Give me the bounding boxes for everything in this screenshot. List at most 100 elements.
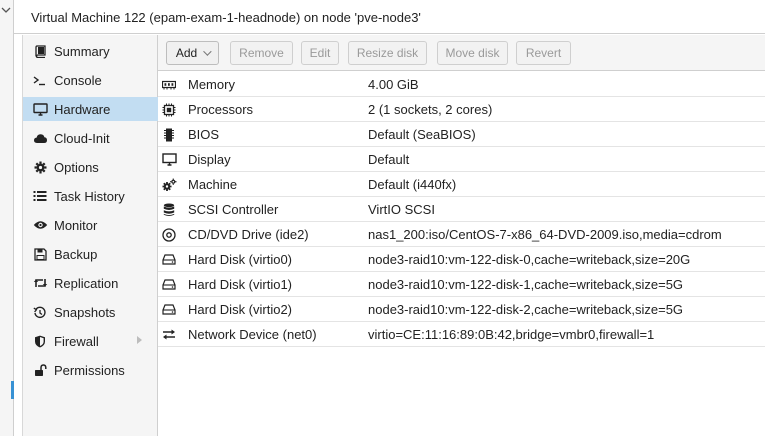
desktop-icon <box>32 101 48 117</box>
revert-button[interactable]: Revert <box>516 41 571 65</box>
hardware-value: Default (SeaBIOS) <box>368 127 476 142</box>
hardware-value: 2 (1 sockets, 2 cores) <box>368 102 493 117</box>
edit-button[interactable]: Edit <box>301 41 339 65</box>
hardware-value: Default (i440fx) <box>368 177 457 192</box>
chevron-down-icon[interactable] <box>1 5 13 19</box>
sidebar-item-task-history[interactable]: Task History <box>23 184 158 208</box>
add-button[interactable]: Add <box>166 41 219 65</box>
hardware-name: Display <box>188 152 231 167</box>
sidebar-item-label: Permissions <box>54 362 125 378</box>
hardware-name: CD/DVD Drive (ide2) <box>188 227 309 242</box>
hardware-value: Default <box>368 152 410 167</box>
vm-sidebar: Summary Console Hardware Cloud-Init Opti… <box>22 35 158 436</box>
hardware-row-network-device[interactable]: Network Device (net0) virtio=CE:11:16:89… <box>158 322 765 347</box>
remove-button[interactable]: Remove <box>230 41 293 65</box>
hardware-row-memory[interactable]: Memory 4.00 GiB <box>158 72 765 97</box>
move-disk-button-label: Move disk <box>445 46 500 60</box>
sidebar-item-label: Console <box>54 72 102 88</box>
memory-icon <box>161 77 177 92</box>
sidebar-item-label: Hardware <box>54 101 111 117</box>
page-title: Virtual Machine 122 (epam-exam-1-headnod… <box>31 10 421 25</box>
book-icon <box>32 43 48 59</box>
unlock-icon <box>32 362 48 378</box>
cloud-icon <box>32 130 48 146</box>
chevron-down-icon <box>203 47 212 56</box>
hardware-value: VirtIO SCSI <box>368 202 435 217</box>
sidebar-item-replication[interactable]: Replication <box>23 271 158 295</box>
hardware-row-processors[interactable]: Processors 2 (1 sockets, 2 cores) <box>158 97 765 122</box>
hardware-row-machine[interactable]: Machine Default (i440fx) <box>158 172 765 197</box>
sidebar-item-options[interactable]: Options <box>23 155 158 179</box>
remove-button-label: Remove <box>239 46 284 60</box>
sidebar-item-hardware[interactable]: Hardware <box>23 97 158 121</box>
add-button-label: Add <box>175 46 198 60</box>
tree-selection-marker <box>11 381 14 399</box>
terminal-icon <box>32 72 48 88</box>
sidebar-item-label: Backup <box>54 246 98 262</box>
expand-arrow-icon[interactable] <box>137 336 142 344</box>
hardware-name: SCSI Controller <box>188 202 279 217</box>
hdd-icon <box>161 302 177 317</box>
hardware-row-hard-disk-virtio0[interactable]: Hard Disk (virtio0) node3-raid10:vm-122-… <box>158 247 765 272</box>
resize-disk-button-label: Resize disk <box>356 46 419 60</box>
gear-icon <box>32 159 48 175</box>
hardware-row-hard-disk-virtio2[interactable]: Hard Disk (virtio2) node3-raid10:vm-122-… <box>158 297 765 322</box>
shield-icon <box>32 333 48 349</box>
sidebar-item-label: Snapshots <box>54 304 116 320</box>
sidebar-item-label: Firewall <box>54 333 99 349</box>
sidebar-item-backup[interactable]: Backup <box>23 242 158 266</box>
hardware-row-cdrom[interactable]: CD/DVD Drive (ide2) nas1_200:iso/CentOS-… <box>158 222 765 247</box>
sidebar-item-label: Options <box>54 159 99 175</box>
floppy-icon <box>32 246 48 262</box>
cogs-icon <box>161 177 177 192</box>
hardware-value: 4.00 GiB <box>368 77 419 92</box>
hardware-name: Hard Disk (virtio0) <box>188 252 293 267</box>
database-icon <box>161 202 177 217</box>
sidebar-item-monitor[interactable]: Monitor <box>23 213 158 237</box>
cdrom-icon <box>161 227 177 242</box>
revert-button-label: Revert <box>525 46 562 60</box>
hardware-row-display[interactable]: Display Default <box>158 147 765 172</box>
hardware-value: node3-raid10:vm-122-disk-2,cache=writeba… <box>368 302 684 317</box>
hardware-row-bios[interactable]: BIOS Default (SeaBIOS) <box>158 122 765 147</box>
hardware-name: Hard Disk (virtio2) <box>188 302 293 317</box>
hardware-row-scsi-controller[interactable]: SCSI Controller VirtIO SCSI <box>158 197 765 222</box>
resize-disk-button[interactable]: Resize disk <box>348 41 427 65</box>
eye-icon <box>32 217 48 233</box>
hardware-grid: Memory 4.00 GiB Processors 2 (1 sockets,… <box>158 72 765 436</box>
sidebar-item-cloud-init[interactable]: Cloud-Init <box>23 126 158 150</box>
panel-header: Virtual Machine 122 (epam-exam-1-headnod… <box>14 0 765 34</box>
retweet-icon <box>32 275 48 291</box>
hardware-name: Hard Disk (virtio1) <box>188 277 293 292</box>
hardware-value: virtio=CE:11:16:89:0B:42,bridge=vmbr0,fi… <box>368 327 655 342</box>
hardware-value: nas1_200:iso/CentOS-7-x86_64-DVD-2009.is… <box>368 227 722 242</box>
hardware-row-hard-disk-virtio1[interactable]: Hard Disk (virtio1) node3-raid10:vm-122-… <box>158 272 765 297</box>
sidebar-item-summary[interactable]: Summary <box>23 39 158 63</box>
sidebar-item-label: Cloud-Init <box>54 130 110 146</box>
hardware-value: node3-raid10:vm-122-disk-0,cache=writeba… <box>368 252 691 267</box>
hdd-icon <box>161 252 177 267</box>
hardware-name: Processors <box>188 102 254 117</box>
list-icon <box>32 188 48 204</box>
hardware-toolbar: Add Remove Edit Resize disk Move disk Re… <box>158 35 765 71</box>
sidebar-item-firewall[interactable]: Firewall <box>23 329 158 353</box>
sidebar-item-snapshots[interactable]: Snapshots <box>23 300 158 324</box>
sidebar-item-console[interactable]: Console <box>23 68 158 92</box>
hardware-value: node3-raid10:vm-122-disk-1,cache=writeba… <box>368 277 684 292</box>
sidebar-item-label: Task History <box>54 188 125 204</box>
history-icon <box>32 304 48 320</box>
hdd-icon <box>161 277 177 292</box>
monitor-icon <box>161 152 177 167</box>
move-disk-button[interactable]: Move disk <box>437 41 508 65</box>
sidebar-item-label: Replication <box>54 275 119 291</box>
hardware-name: Network Device (net0) <box>188 327 317 342</box>
edit-button-label: Edit <box>309 46 331 60</box>
hardware-name: Memory <box>188 77 235 92</box>
cpu-icon <box>161 102 177 117</box>
exchange-icon <box>161 327 177 342</box>
hardware-name: Machine <box>188 177 238 192</box>
resource-tree-strip <box>0 0 14 436</box>
hardware-name: BIOS <box>188 127 220 142</box>
sidebar-item-permissions[interactable]: Permissions <box>23 358 158 382</box>
sidebar-item-label: Monitor <box>54 217 98 233</box>
